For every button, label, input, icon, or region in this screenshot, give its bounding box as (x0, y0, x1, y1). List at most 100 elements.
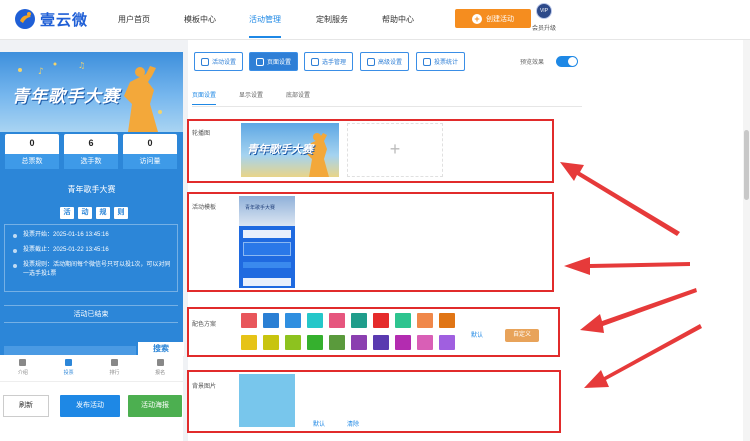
search-button[interactable]: 搜索 (138, 342, 184, 356)
settings-subtabs: 页面设置 显示设置 底部设置 (192, 87, 582, 107)
phone-tabbar: 介绍 投票 排行 报名 (0, 355, 183, 381)
activity-settings-button[interactable]: 活动设置 (194, 52, 244, 71)
color-swatch[interactable] (351, 313, 367, 328)
color-swatch[interactable] (439, 313, 455, 328)
color-swatch[interactable] (373, 313, 389, 328)
tab-vote[interactable]: 投票 (46, 355, 92, 381)
create-activity-button[interactable]: + 创建活动 (455, 9, 531, 28)
refresh-button[interactable]: 刷新 (3, 395, 49, 417)
template-stats-bar (243, 230, 291, 238)
rules-box: 投票开始：2025-01-16 13:45:16 投票截止：2025-01-22… (4, 224, 178, 292)
stat-label: 总票数 (5, 154, 59, 169)
intro-icon (19, 359, 27, 366)
nav-home[interactable]: 用户首页 (118, 14, 150, 25)
color-swatch[interactable] (285, 335, 301, 350)
toolbar-button-label: 选手管理 (322, 60, 347, 66)
vote-icon (65, 359, 73, 366)
logo[interactable]: 壹云微 (14, 6, 100, 32)
carousel-image-title: 青年歌手大赛 (247, 144, 313, 156)
preview-toggle[interactable] (556, 56, 578, 67)
rule-end-time: 投票截止：2025-01-22 13:45:16 (23, 247, 109, 253)
scroll-thumb[interactable] (744, 130, 749, 200)
svg-text:♫: ♫ (78, 61, 85, 70)
contestant-management-button[interactable]: 选手管理 (304, 52, 354, 71)
template-thumbnail[interactable]: 青年歌手大赛 (239, 196, 295, 288)
color-swatch[interactable] (417, 335, 433, 350)
publish-activity-button[interactable]: 发布活动 (60, 395, 120, 417)
page-scrollbar[interactable] (743, 40, 750, 441)
template-section: 活动模板 青年歌手大赛 (187, 192, 554, 292)
section-label: 活动模板 (192, 205, 217, 211)
color-swatch[interactable] (395, 313, 411, 328)
color-swatch[interactable] (241, 335, 257, 350)
nav-activity-management[interactable]: 活动管理 (249, 14, 281, 38)
color-swatch[interactable] (263, 335, 279, 350)
template-thumb-title: 青年歌手大赛 (245, 205, 276, 211)
top-navbar: 壹云微 用户首页 模板中心 活动管理 定制服务 帮助中心 + 创建活动 VIP … (0, 0, 750, 40)
rules-heading-char: 则 (114, 207, 128, 219)
plus-icon: + (472, 13, 482, 24)
vip-label: 会员升级 (531, 26, 556, 32)
carousel-image[interactable]: 青年歌手大赛 (241, 123, 339, 177)
background-default-link[interactable]: 默认 (313, 419, 325, 428)
arrow-to-background-icon (584, 324, 702, 388)
bullet-icon (13, 264, 17, 268)
page-settings-button[interactable]: 页面设置 (249, 52, 299, 71)
subtab-page-settings[interactable]: 页面设置 (192, 90, 217, 105)
color-swatch[interactable] (285, 313, 301, 328)
vip-badge-icon: VIP (536, 3, 552, 19)
toolbar-button-label: 页面设置 (267, 60, 292, 66)
arrow-to-colors-icon (580, 288, 697, 333)
stat-total-votes: 0 总票数 (5, 134, 59, 169)
color-swatch[interactable] (329, 313, 345, 328)
color-swatch[interactable] (263, 313, 279, 328)
subtab-footer-settings[interactable]: 底部设置 (286, 90, 310, 99)
tab-intro[interactable]: 介绍 (0, 355, 46, 381)
color-swatch[interactable] (395, 335, 411, 350)
nav-templates[interactable]: 模板中心 (184, 14, 216, 25)
stats-row: 0 总票数 6 选手数 0 访问量 (5, 134, 177, 169)
color-swatch[interactable] (329, 335, 345, 350)
bullet-icon (13, 249, 17, 253)
activity-ended-status: 活动已结束 (4, 305, 178, 323)
custom-color-button[interactable]: 自定义 (505, 329, 539, 342)
vip-upgrade[interactable]: VIP 会员升级 (524, 3, 564, 37)
nav-custom-service[interactable]: 定制服务 (316, 14, 348, 25)
stat-label: 访问量 (123, 154, 177, 169)
section-label: 背景图片 (192, 384, 217, 390)
preview-label: 预览效果 (520, 60, 545, 66)
tab-label: 介绍 (17, 370, 28, 376)
ranking-icon (110, 359, 118, 366)
phone-preview: ♪ ♫ 青年歌手大赛 0 总票数 6 选手数 0 访问量 青年歌手大赛 活 动 … (0, 52, 184, 441)
brand-name: 壹云微 (40, 11, 89, 29)
background-clear-link[interactable]: 清除 (347, 419, 359, 428)
advanced-settings-button[interactable]: 高级设置 (360, 52, 410, 71)
tab-signup[interactable]: 报名 (137, 355, 183, 381)
color-swatch[interactable] (307, 313, 323, 328)
template-tabbar (243, 278, 291, 286)
add-carousel-image[interactable]: + (347, 123, 443, 177)
color-swatch[interactable] (373, 335, 389, 350)
toolbar-button-label: 投票统计 (434, 60, 459, 66)
template-rules-box (243, 242, 291, 256)
tab-ranking[interactable]: 排行 (92, 355, 138, 381)
color-swatch[interactable] (241, 313, 257, 328)
template-banner (239, 196, 295, 226)
gear-icon (201, 57, 209, 66)
stat-value: 6 (88, 138, 94, 148)
activity-title: 青年歌手大赛 (67, 185, 116, 194)
background-image-preview[interactable] (239, 374, 295, 427)
color-swatch[interactable] (307, 335, 323, 350)
color-swatch[interactable] (417, 313, 433, 328)
rule-item: 投票开始：2025-01-16 13:45:16 (13, 231, 171, 240)
subtab-display-settings[interactable]: 显示设置 (239, 90, 263, 99)
color-swatch[interactable] (439, 335, 455, 350)
color-swatch[interactable] (351, 335, 367, 350)
nav-help[interactable]: 帮助中心 (382, 14, 414, 25)
section-label: 配色方案 (192, 322, 217, 328)
vote-statistics-button[interactable]: 投票统计 (416, 52, 466, 71)
section-label: 轮播图 (192, 131, 211, 137)
search-row: 搜索 (4, 340, 184, 356)
activity-poster-button[interactable]: 活动海报 (128, 395, 182, 417)
default-color-link[interactable]: 默认 (471, 330, 483, 339)
